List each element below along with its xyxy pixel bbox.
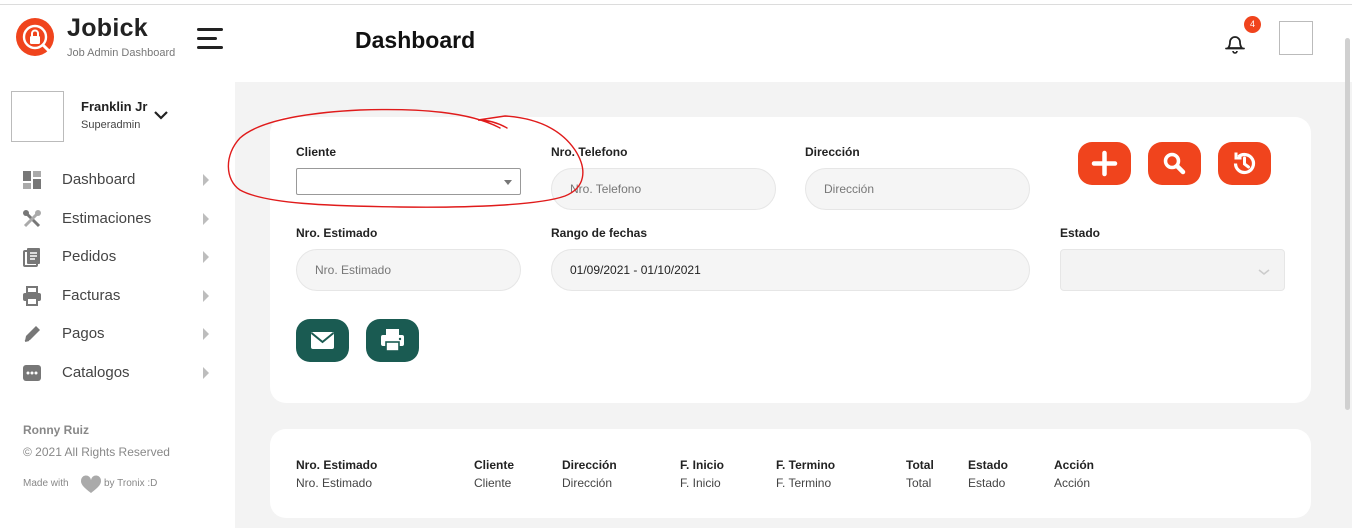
cliente-select[interactable] bbox=[296, 168, 521, 195]
history-icon bbox=[1233, 152, 1256, 175]
footer-copyright: © 2021 All Rights Reserved bbox=[23, 445, 170, 459]
plus-icon bbox=[1091, 150, 1118, 177]
telefono-input[interactable]: Nro. Telefono bbox=[551, 168, 776, 210]
heart-icon bbox=[80, 475, 102, 495]
sidebar-item-dashboard[interactable]: Dashboard bbox=[0, 162, 235, 198]
book-icon bbox=[22, 247, 42, 267]
dots-icon bbox=[22, 363, 42, 383]
email-button[interactable] bbox=[296, 319, 349, 362]
table-cell: F. Inicio bbox=[680, 476, 721, 490]
sidebar-item-estimaciones[interactable]: Estimaciones bbox=[0, 201, 235, 237]
table-cell: Cliente bbox=[474, 476, 512, 490]
bell-icon[interactable] bbox=[1222, 30, 1248, 56]
user-avatar[interactable] bbox=[11, 91, 64, 142]
hamburger-menu-icon[interactable] bbox=[197, 28, 223, 50]
app-name: Jobick bbox=[67, 14, 148, 42]
user-name: Franklin Jr bbox=[81, 99, 148, 114]
table-header[interactable]: Dirección bbox=[562, 458, 617, 472]
footer-made-with: Made with bbox=[23, 478, 69, 489]
table-cell: Nro. Estimado bbox=[296, 476, 373, 490]
sidebar-item-label: Dashboard bbox=[62, 171, 136, 188]
notification-badge: 4 bbox=[1244, 16, 1261, 33]
caret-down-icon bbox=[504, 180, 512, 185]
user-role: Superadmin bbox=[81, 119, 141, 131]
sidebar-item-label: Estimaciones bbox=[62, 210, 152, 227]
table-cell: Estado bbox=[968, 476, 1006, 490]
chevron-right-icon bbox=[203, 290, 209, 302]
chevron-right-icon bbox=[203, 251, 209, 263]
sidebar-item-pedidos[interactable]: Pedidos bbox=[0, 239, 235, 275]
direccion-label: Dirección bbox=[805, 145, 860, 159]
chevron-right-icon bbox=[203, 328, 209, 340]
chevron-right-icon bbox=[203, 213, 209, 225]
sidebar-item-facturas[interactable]: Facturas bbox=[0, 278, 235, 314]
table-header[interactable]: F. Inicio bbox=[680, 458, 724, 472]
date-range-input[interactable]: 01/09/2021 - 01/10/2021 bbox=[551, 249, 1030, 291]
table-header[interactable]: Nro. Estimado bbox=[296, 458, 377, 472]
sidebar-item-catalogos[interactable]: Catalogos bbox=[0, 355, 235, 391]
printer-icon bbox=[381, 329, 404, 352]
sidebar-item-pagos[interactable]: Pagos bbox=[0, 316, 235, 352]
direccion-input[interactable]: Dirección bbox=[805, 168, 1030, 210]
chevron-right-icon bbox=[203, 174, 209, 186]
table-cell: Total bbox=[906, 476, 932, 490]
sidebar-item-label: Catalogos bbox=[62, 364, 130, 381]
results-table bbox=[270, 429, 1311, 518]
footer-author: Ronny Ruiz bbox=[23, 423, 89, 437]
rango-label: Rango de fechas bbox=[551, 226, 648, 240]
grid-icon bbox=[22, 170, 42, 190]
cliente-label: Cliente bbox=[296, 145, 337, 159]
table-header[interactable]: Cliente bbox=[474, 458, 514, 472]
telefono-label: Nro. Telefono bbox=[551, 145, 628, 159]
envelope-icon bbox=[310, 332, 335, 349]
table-header[interactable]: Estado bbox=[968, 458, 1008, 472]
table-header[interactable]: F. Termino bbox=[776, 458, 835, 472]
footer-by: by Tronix :D bbox=[104, 478, 158, 489]
search-icon bbox=[1163, 152, 1186, 175]
estado-label: Estado bbox=[1060, 226, 1101, 240]
table-header[interactable]: Total bbox=[906, 458, 934, 472]
sidebar: Franklin Jr Superadmin Dashboard Estimac… bbox=[0, 82, 235, 528]
chevron-right-icon bbox=[203, 367, 209, 379]
table-header[interactable]: Acción bbox=[1054, 458, 1094, 472]
chevron-down-icon[interactable] bbox=[153, 108, 169, 120]
sidebar-item-label: Facturas bbox=[62, 287, 121, 304]
sidebar-item-label: Pagos bbox=[62, 325, 105, 342]
add-button[interactable] bbox=[1078, 142, 1131, 185]
print-button[interactable] bbox=[366, 319, 419, 362]
pencil-icon bbox=[22, 324, 42, 344]
estimado-label: Nro. Estimado bbox=[296, 226, 378, 240]
printer-icon bbox=[22, 286, 42, 306]
table-cell: Acción bbox=[1054, 476, 1091, 490]
chevron-down-icon bbox=[1257, 264, 1271, 276]
table-cell: Dirección bbox=[562, 476, 613, 490]
history-button[interactable] bbox=[1218, 142, 1271, 185]
page-title: Dashboard bbox=[355, 27, 476, 53]
app-subtitle: Job Admin Dashboard bbox=[67, 47, 176, 59]
tools-icon bbox=[22, 209, 42, 229]
scrollbar[interactable] bbox=[1345, 38, 1350, 410]
table-cell: F. Termino bbox=[776, 476, 832, 490]
avatar[interactable] bbox=[1279, 21, 1313, 55]
estado-select[interactable] bbox=[1060, 249, 1285, 291]
sidebar-item-label: Pedidos bbox=[62, 248, 117, 265]
search-button[interactable] bbox=[1148, 142, 1201, 185]
estimado-input[interactable]: Nro. Estimado bbox=[296, 249, 521, 291]
logo-icon bbox=[16, 18, 54, 56]
